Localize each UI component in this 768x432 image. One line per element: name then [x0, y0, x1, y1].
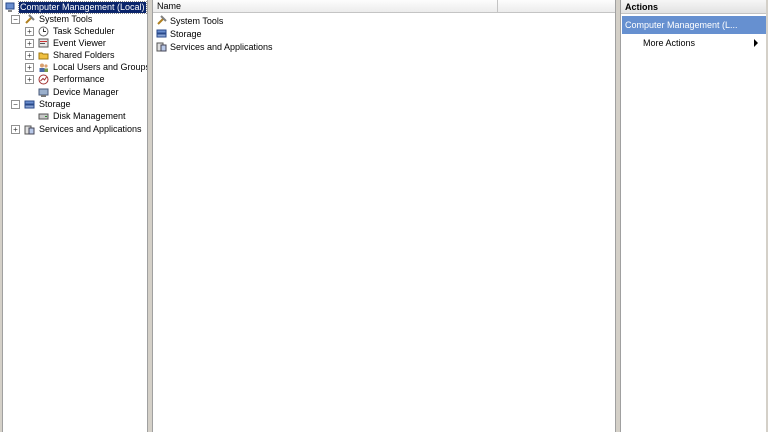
performance-icon — [38, 74, 49, 84]
actions-header: Actions — [621, 0, 766, 14]
tree-item-device-manager[interactable]: Device Manager — [25, 86, 120, 98]
tree-label-services-applications: Services and Applications — [39, 123, 142, 134]
disk-icon — [38, 113, 49, 119]
expand-toggle[interactable]: + — [25, 62, 34, 72]
services-icon — [156, 42, 167, 52]
wrench-icon — [157, 15, 167, 25]
computer-management-window: Computer Management (Local) − System Too… — [0, 0, 768, 432]
event-viewer-icon — [38, 38, 49, 47]
tree-item-disk-management[interactable]: Disk Management — [25, 110, 127, 122]
column-header-empty — [498, 0, 615, 13]
column-header-name[interactable]: Name — [153, 0, 498, 13]
storage-icon — [156, 29, 167, 38]
more-actions-item[interactable]: More Actions — [643, 37, 761, 49]
expand-toggle[interactable]: + — [25, 26, 34, 36]
expand-toggle[interactable]: + — [11, 124, 20, 134]
list-item-label: Services and Applications — [170, 41, 273, 52]
expand-toggle[interactable]: + — [25, 74, 34, 84]
tree-label-performance: Performance — [53, 73, 105, 84]
list-item-system-tools[interactable]: System Tools — [156, 14, 223, 27]
tree-label-storage: Storage — [39, 98, 71, 109]
tree-item-computer-management[interactable]: Computer Management (Local) — [5, 0, 147, 14]
computer-management-icon — [5, 2, 15, 12]
expand-toggle[interactable]: + — [25, 50, 34, 60]
tree-item-services-applications[interactable]: + Services and Applications — [11, 123, 143, 135]
tree-item-task-scheduler[interactable]: + Task Scheduler — [25, 25, 116, 37]
users-icon — [39, 63, 48, 72]
tree-item-system-tools[interactable]: − System Tools — [11, 13, 93, 25]
list-item-label: System Tools — [170, 15, 224, 26]
tree-label-shared-folders: Shared Folders — [53, 49, 115, 60]
tree-item-storage[interactable]: − Storage — [11, 98, 72, 110]
tree-item-shared-folders[interactable]: + Shared Folders — [25, 49, 116, 61]
tree-label-disk-management: Disk Management — [53, 110, 126, 121]
tree-label-computer-management: Computer Management (Local) — [18, 0, 147, 14]
tree-label-event-viewer: Event Viewer — [53, 37, 106, 48]
tree-label-local-users: Local Users and Groups — [53, 61, 148, 72]
results-list-pane[interactable]: Name System Tools Storage Services and A… — [152, 0, 616, 432]
shared-folder-icon — [38, 52, 49, 59]
services-icon — [24, 125, 35, 134]
submenu-arrow-icon — [754, 39, 758, 47]
list-item-label: Storage — [170, 28, 202, 39]
collapse-toggle[interactable]: − — [11, 14, 20, 24]
clock-icon — [38, 26, 49, 36]
device-manager-icon — [38, 88, 49, 97]
expand-toggle[interactable]: + — [25, 38, 34, 48]
list-column-header: Name — [153, 0, 615, 13]
tree-label-device-manager: Device Manager — [53, 86, 119, 97]
wrench-icon — [25, 13, 35, 24]
list-item-services-applications[interactable]: Services and Applications — [156, 40, 273, 53]
tree-label-task-scheduler: Task Scheduler — [53, 25, 115, 36]
actions-section-computer-management[interactable]: Computer Management (L... — [622, 16, 766, 34]
collapse-toggle[interactable]: − — [11, 99, 20, 109]
tree-item-event-viewer[interactable]: + Event Viewer — [25, 37, 107, 49]
tree-item-performance[interactable]: + Performance — [25, 73, 106, 85]
list-item-storage[interactable]: Storage — [156, 27, 202, 40]
tree-item-local-users[interactable]: + Local Users and Groups — [25, 61, 148, 73]
actions-pane: Actions Computer Management (L... More A… — [620, 0, 766, 432]
storage-icon — [24, 100, 35, 108]
tree-label-system-tools: System Tools — [39, 13, 93, 24]
console-tree[interactable]: Computer Management (Local) − System Too… — [2, 0, 148, 432]
